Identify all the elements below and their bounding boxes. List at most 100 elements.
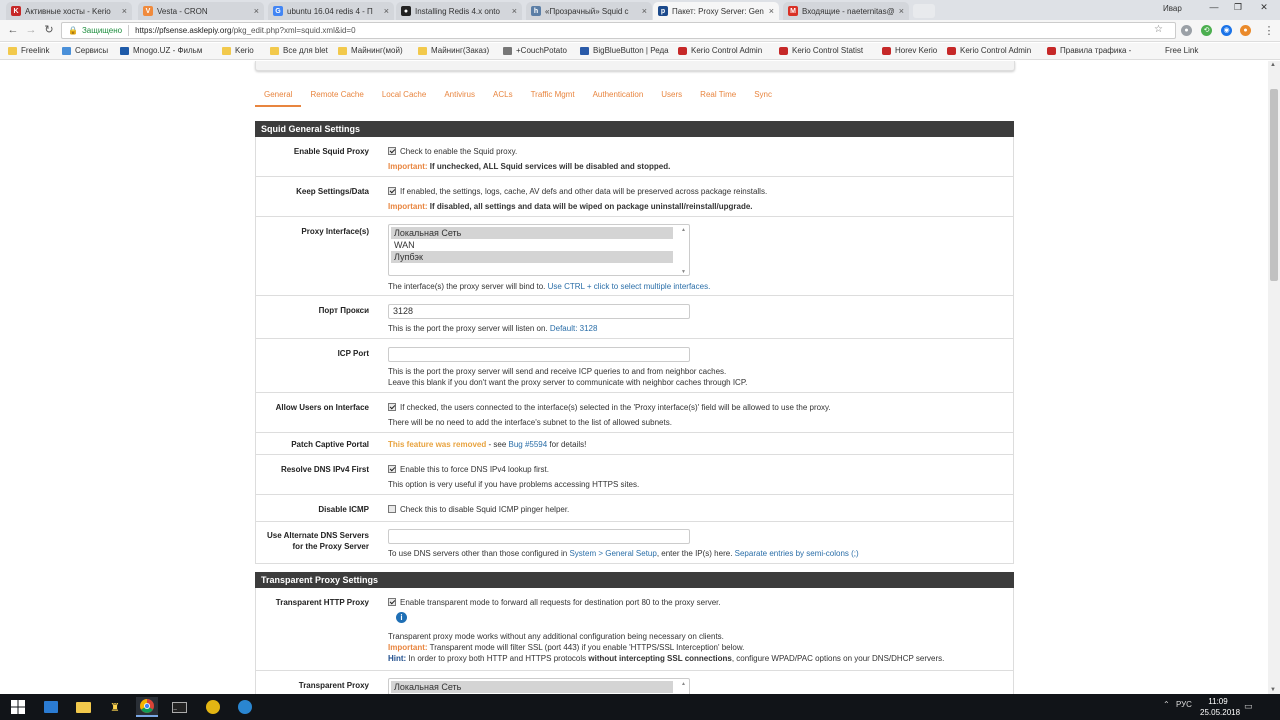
page-scrollbar[interactable]: ▲ ▼ bbox=[1268, 61, 1280, 694]
icp-port-input[interactable] bbox=[388, 347, 690, 362]
allow-users-checkbox[interactable] bbox=[388, 403, 396, 411]
bookmark-item[interactable]: Правила трафика - bbox=[1047, 46, 1131, 55]
proxy-interfaces-row: Proxy Interface(s) Локальная Сеть WAN Лупб… bbox=[255, 217, 1014, 296]
tab-real-time[interactable]: Real Time bbox=[691, 89, 745, 107]
tab-close-icon[interactable]: × bbox=[642, 6, 647, 16]
bookmark-label: Майнинг(мой) bbox=[351, 46, 403, 55]
allow-users-row: Allow Users on Interface If checked, the… bbox=[255, 393, 1014, 433]
bookmark-item[interactable]: Майнинг(Заказ) bbox=[418, 46, 489, 55]
interface-option[interactable]: WAN bbox=[391, 239, 673, 251]
listbox-scrollbar[interactable]: ▲ ▼ bbox=[680, 227, 687, 275]
bookmark-star-icon[interactable]: ☆ bbox=[1154, 24, 1163, 35]
translate-icon[interactable]: ⟲ bbox=[1201, 25, 1212, 36]
browser-tab[interactable]: ● Installing Redis 4.x onto × bbox=[396, 2, 522, 20]
bookmark-item[interactable]: Freelink bbox=[8, 46, 49, 55]
disable-icmp-checkbox[interactable] bbox=[388, 505, 396, 513]
tab-traffic-mgmt[interactable]: Traffic Mgmt bbox=[522, 89, 584, 107]
tab-close-icon[interactable]: × bbox=[254, 6, 259, 16]
browser-tab[interactable]: h «Прозрачный» Squid с × bbox=[526, 2, 652, 20]
bookmark-label: Все для blet bbox=[283, 46, 328, 55]
tab-antivirus[interactable]: Antivirus bbox=[435, 89, 484, 107]
bookmark-item[interactable]: Horev Kerio bbox=[882, 46, 937, 55]
extension-orange-icon[interactable]: ● bbox=[1240, 25, 1251, 36]
bookmark-item[interactable]: BigBlueButton | Реда bbox=[580, 46, 669, 55]
bookmark-item[interactable]: Kerio Control Admin bbox=[678, 46, 762, 55]
ctrl-click-help-link[interactable]: Use CTRL + click to select multiple inte… bbox=[548, 282, 711, 291]
tab-local-cache[interactable]: Local Cache bbox=[373, 89, 435, 107]
tab-close-icon[interactable]: × bbox=[899, 6, 904, 16]
interface-option[interactable]: Локальная Сеть bbox=[391, 227, 673, 239]
semicolons-link[interactable]: Separate entries by semi-colons (;) bbox=[735, 549, 859, 558]
proxy-port-input[interactable]: 3128 bbox=[388, 304, 690, 319]
terminal-icon[interactable]: _ bbox=[168, 697, 190, 717]
tray-chevron-icon[interactable]: ⌃ bbox=[1163, 700, 1170, 709]
bookmark-item[interactable]: +CouchPotato bbox=[503, 46, 567, 55]
tab-remote-cache[interactable]: Remote Cache bbox=[301, 89, 372, 107]
reload-icon[interactable]: ↻ bbox=[42, 23, 56, 37]
menu-dots-icon[interactable]: ⋮ bbox=[1262, 24, 1276, 38]
bookmark-item[interactable]: Все для blet bbox=[270, 46, 328, 55]
bookmark-item[interactable]: Майнинг(мой) bbox=[338, 46, 403, 55]
info-icon[interactable]: i bbox=[396, 612, 407, 623]
bookmark-label: Kerio Control Admin bbox=[691, 46, 763, 55]
tab-sync[interactable]: Sync bbox=[745, 89, 781, 107]
tab-users[interactable]: Users bbox=[652, 89, 691, 107]
forward-arrow-icon[interactable]: → bbox=[24, 23, 38, 37]
tab-general[interactable]: General bbox=[255, 89, 302, 107]
profile-name[interactable]: Ивар bbox=[1163, 4, 1182, 13]
browser-tab[interactable]: Gubuntu 16.04 redis 4 - П × bbox=[268, 2, 394, 20]
chrome-icon[interactable] bbox=[136, 697, 158, 717]
transparent-iface-label: Transparent Proxy bbox=[298, 681, 369, 690]
app-yellow-icon[interactable] bbox=[202, 697, 224, 717]
notifications-icon[interactable]: ▭ bbox=[1244, 701, 1253, 712]
extension-blue-icon[interactable]: ◉ bbox=[1221, 25, 1232, 36]
tab-close-icon[interactable]: × bbox=[122, 6, 127, 16]
tab-acls[interactable]: ACLs bbox=[484, 89, 522, 107]
dns-ipv4-checkbox[interactable] bbox=[388, 465, 396, 473]
transparent-http-checkbox[interactable] bbox=[388, 598, 396, 606]
alt-dns-input[interactable] bbox=[388, 529, 690, 544]
disable-icmp-label: Disable ICMP bbox=[318, 505, 369, 514]
network-app-icon[interactable]: ♜ bbox=[104, 697, 126, 717]
windows-start-icon[interactable] bbox=[7, 697, 29, 717]
enable-squid-checkbox[interactable] bbox=[388, 147, 396, 155]
enable-squid-row: Enable Squid Proxy Check to enable the S… bbox=[255, 137, 1014, 177]
keep-settings-checkbox[interactable] bbox=[388, 187, 396, 195]
default-port-link[interactable]: Default: 3128 bbox=[550, 324, 598, 333]
interface-option[interactable]: Лупбэк bbox=[391, 251, 673, 263]
close-window-button[interactable]: ✕ bbox=[1254, 2, 1274, 16]
new-tab-button[interactable] bbox=[913, 4, 935, 18]
app-blue-icon[interactable] bbox=[234, 697, 256, 717]
proxy-interfaces-select[interactable]: Локальная Сеть WAN Лупбэк ▲ ▼ bbox=[388, 224, 690, 276]
tab-authentication[interactable]: Authentication bbox=[584, 89, 653, 107]
store-icon[interactable] bbox=[40, 697, 62, 717]
general-setup-link[interactable]: System > General Setup bbox=[569, 549, 656, 558]
tab-close-icon[interactable]: × bbox=[769, 6, 774, 16]
tab-close-icon[interactable]: × bbox=[512, 6, 517, 16]
maximize-button[interactable]: ❐ bbox=[1228, 2, 1248, 16]
bug-5594-link[interactable]: Bug #5594 bbox=[509, 440, 548, 449]
browser-tab[interactable]: V Vesta - CRON × bbox=[138, 2, 264, 20]
tab-close-icon[interactable]: × bbox=[384, 6, 389, 16]
bookmark-item[interactable]: Сервисы bbox=[62, 46, 108, 55]
system-clock[interactable]: 11:09 25.05.2018 bbox=[1200, 696, 1240, 718]
address-bar[interactable]: 🔒 Защищено https://pfsense.asklepiy.org/… bbox=[61, 22, 1176, 39]
url-text[interactable]: https://pfsense.asklepiy.org/pkg_edit.ph… bbox=[135, 26, 355, 35]
bookmark-item[interactable]: Kerio Control Admin bbox=[947, 46, 1031, 55]
minimize-button[interactable]: — bbox=[1204, 2, 1224, 16]
browser-tab[interactable]: p Пакет: Proxy Server: Gen × bbox=[653, 2, 779, 20]
transparent-iface-option[interactable]: Локальная Сеть bbox=[391, 681, 673, 693]
extension-icon[interactable]: ● bbox=[1181, 25, 1192, 36]
browser-tab[interactable]: K Активные хосты - Kerio × bbox=[6, 2, 132, 20]
bookmark-item[interactable]: Free Link bbox=[1165, 46, 1198, 55]
back-arrow-icon[interactable]: ← bbox=[6, 23, 20, 37]
browser-tab[interactable]: M Входящие - naeternitas@ × bbox=[783, 2, 909, 20]
proxy-port-row: Порт Прокси 3128 This is the port the pr… bbox=[255, 296, 1014, 339]
bookmark-item[interactable]: Kerio bbox=[222, 46, 254, 55]
scrollbar-thumb[interactable] bbox=[1270, 89, 1278, 281]
file-explorer-icon[interactable] bbox=[72, 697, 94, 717]
transparent-iface-select[interactable]: Локальная Сеть ▲ bbox=[388, 678, 690, 694]
language-indicator[interactable]: РУС bbox=[1176, 700, 1192, 709]
bookmark-item[interactable]: Kerio Control Statist bbox=[779, 46, 863, 55]
bookmark-item[interactable]: Mnogo.UZ - Фильм bbox=[120, 46, 202, 55]
